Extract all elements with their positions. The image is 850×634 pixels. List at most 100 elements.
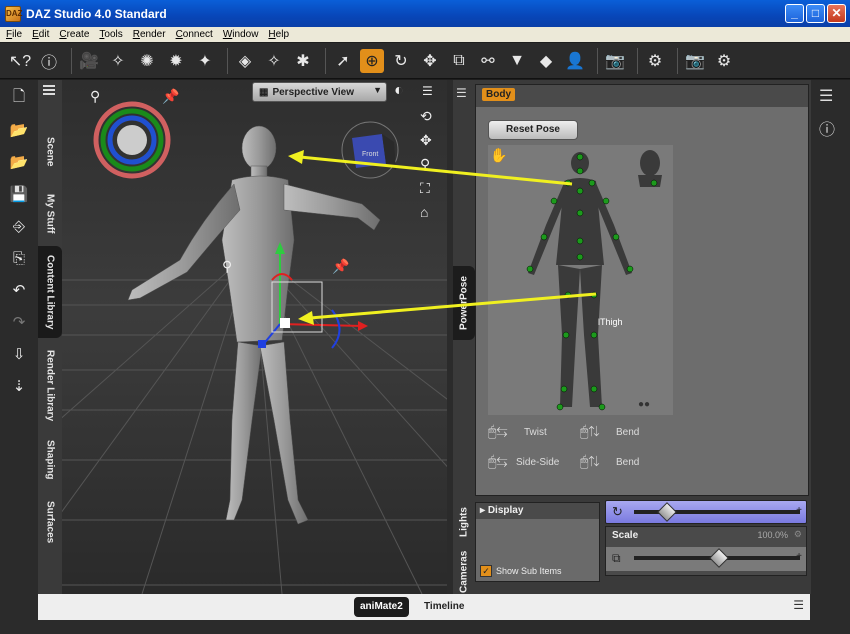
plus-icon[interactable]: +	[796, 505, 802, 516]
tab-powerpose[interactable]: PowerPose	[453, 266, 475, 340]
figure-pose-icon[interactable]: ⚲	[90, 88, 100, 105]
camera-render-icon[interactable]: 📷	[683, 49, 707, 73]
surface-select-icon[interactable]: ◆	[534, 49, 558, 73]
spotlight-new-icon[interactable]: ✧	[106, 49, 130, 73]
zero-figure-icon[interactable]: ⇣	[7, 374, 31, 398]
joint-editor-icon[interactable]: ⚯	[476, 49, 500, 73]
light-wand-icon[interactable]: ✦	[193, 49, 217, 73]
powerpose-figure-area[interactable]: lThigh ✋ ●●	[488, 145, 673, 415]
translate-tool-icon[interactable]: ✥	[418, 49, 442, 73]
parameter-sliders: ↻ + Scale 100.0% ⚙ ⧉ +	[605, 498, 807, 578]
menu-render[interactable]: Render	[133, 29, 166, 40]
orbit-icon[interactable]: ⟲	[420, 108, 432, 125]
tab-render-library[interactable]: Render Library	[38, 342, 62, 430]
figure-pose-icon[interactable]: ⚲	[222, 258, 232, 275]
help-icon[interactable]: ⓘ	[37, 49, 61, 73]
viewport[interactable]: ⚲ 📌 ⚲ 📌 Front ▦ Perspective View ▼ ◐ ☰ ⟲…	[62, 80, 447, 594]
window-title: DAZ Studio 4.0 Standard	[26, 6, 167, 21]
select-icon[interactable]: ➚	[331, 49, 355, 73]
home-icon[interactable]: ⌂	[420, 204, 428, 220]
tab-animate2[interactable]: aniMate2	[354, 597, 409, 617]
universal-tool-icon[interactable]: ⊕	[360, 48, 384, 73]
figure-add-icon[interactable]: ✧	[262, 49, 286, 73]
powerpose-header: Body	[476, 85, 808, 107]
menu-create[interactable]: Create	[59, 29, 89, 40]
tab-cameras[interactable]: Cameras	[453, 550, 475, 594]
pane-menu-icon[interactable]: ☰	[793, 598, 804, 612]
tab-lights[interactable]: Lights	[453, 500, 475, 544]
tab-surfaces[interactable]: Surfaces	[38, 490, 62, 554]
draw-style-icon[interactable]: ◐	[394, 82, 404, 100]
pane-menu-icon[interactable]	[42, 84, 58, 96]
new-file-icon[interactable]: 🗋	[7, 86, 31, 110]
tab-content-library[interactable]: Content Library	[38, 246, 62, 338]
right-pane-tabs: ☰ PowerPose Lights Cameras	[453, 80, 475, 594]
drop-to-floor-icon[interactable]: ⇩	[7, 342, 31, 366]
render-icon[interactable]: 📷	[603, 49, 627, 73]
zoom-icon[interactable]: ⚲	[420, 156, 430, 173]
tab-my-stuff[interactable]: My Stuff	[38, 184, 62, 244]
rotate-tool-icon[interactable]: ↻	[389, 49, 413, 73]
align-icon[interactable]: ☰	[819, 86, 833, 106]
scale-value: 100.0%	[757, 530, 788, 540]
menu-window[interactable]: Window	[223, 29, 259, 40]
frame-icon[interactable]: ⛶	[420, 180, 430, 197]
close-button[interactable]: ✕	[827, 4, 846, 23]
settings-icon[interactable]: ⚙	[643, 49, 667, 73]
legend-side-side: Side-Side	[516, 457, 560, 468]
triangle-tool-icon[interactable]: ▼	[505, 49, 529, 73]
render-settings-icon[interactable]: ⚙	[712, 49, 736, 73]
menu-connect[interactable]: Connect	[176, 29, 213, 40]
scale-label: Scale	[612, 530, 639, 541]
merge-file-icon[interactable]: 📂	[7, 150, 31, 174]
powerpose-silhouette[interactable]	[488, 145, 673, 415]
menu-help[interactable]: Help	[268, 29, 289, 40]
pin-icon[interactable]: 📌	[162, 88, 179, 105]
feet-icon[interactable]: ●●	[638, 399, 650, 410]
view-cube-label: Front	[362, 151, 378, 158]
camera-new-icon[interactable]: 🎥	[77, 49, 101, 73]
pane-menu-icon[interactable]: ☰	[422, 84, 433, 98]
info-icon[interactable]: ⓘ	[819, 116, 835, 140]
undo-icon[interactable]: ↶	[7, 278, 31, 302]
menu-bar: File Edit Create Tools Render Connect Wi…	[0, 27, 850, 42]
maximize-button[interactable]: □	[806, 4, 825, 23]
scale-tool-icon[interactable]: ⧉	[447, 49, 471, 73]
minimize-button[interactable]: _	[785, 4, 804, 23]
distant-light-icon[interactable]: ✹	[164, 49, 188, 73]
slider-knob[interactable]	[657, 502, 677, 522]
gear-icon[interactable]: ⚙	[794, 529, 802, 540]
pane-menu-icon[interactable]: ☰	[456, 86, 467, 100]
view-selector[interactable]: ▦ Perspective View ▼	[252, 82, 387, 102]
reset-pose-button[interactable]: Reset Pose	[488, 120, 578, 140]
whats-this-icon[interactable]: ↖?	[8, 49, 32, 73]
region-label[interactable]: Body	[482, 88, 515, 101]
import-icon[interactable]: ⎆	[7, 214, 31, 238]
menu-file[interactable]: File	[6, 29, 22, 40]
export-icon[interactable]: ⎘	[7, 246, 31, 270]
open-file-icon[interactable]: 📂	[7, 118, 31, 142]
plus-icon[interactable]: +	[796, 551, 802, 562]
pan-icon[interactable]: ✥	[420, 132, 432, 149]
figure-select-icon[interactable]: 👤	[563, 49, 587, 73]
show-sub-items-checkbox[interactable]: ✓	[480, 565, 492, 577]
tab-timeline[interactable]: Timeline	[418, 597, 470, 617]
redo-icon[interactable]: ↷	[7, 310, 31, 334]
hand-icon[interactable]: ✋	[490, 147, 507, 164]
tab-shaping[interactable]: Shaping	[38, 434, 62, 486]
rotate-slider[interactable]: ↻ +	[605, 500, 807, 524]
menu-edit[interactable]: Edit	[32, 29, 49, 40]
menu-tools[interactable]: Tools	[99, 29, 122, 40]
tab-scene[interactable]: Scene	[38, 122, 62, 182]
camera-rotation-widget[interactable]	[92, 100, 172, 180]
display-header[interactable]: ▸ Display	[476, 503, 599, 519]
slider-knob[interactable]	[709, 548, 729, 568]
point-light-icon[interactable]: ✺	[135, 49, 159, 73]
scale-slider[interactable]: ⧉ +	[606, 547, 806, 571]
prop-add-icon[interactable]: ✱	[291, 49, 315, 73]
pin-icon[interactable]: 📌	[332, 258, 349, 275]
save-icon[interactable]: 💾	[7, 182, 31, 206]
primitive-icon[interactable]: ◈	[233, 49, 257, 73]
view-cube[interactable]: Front	[340, 120, 400, 180]
mouse-left-icon: 🖱⇆	[488, 453, 508, 469]
